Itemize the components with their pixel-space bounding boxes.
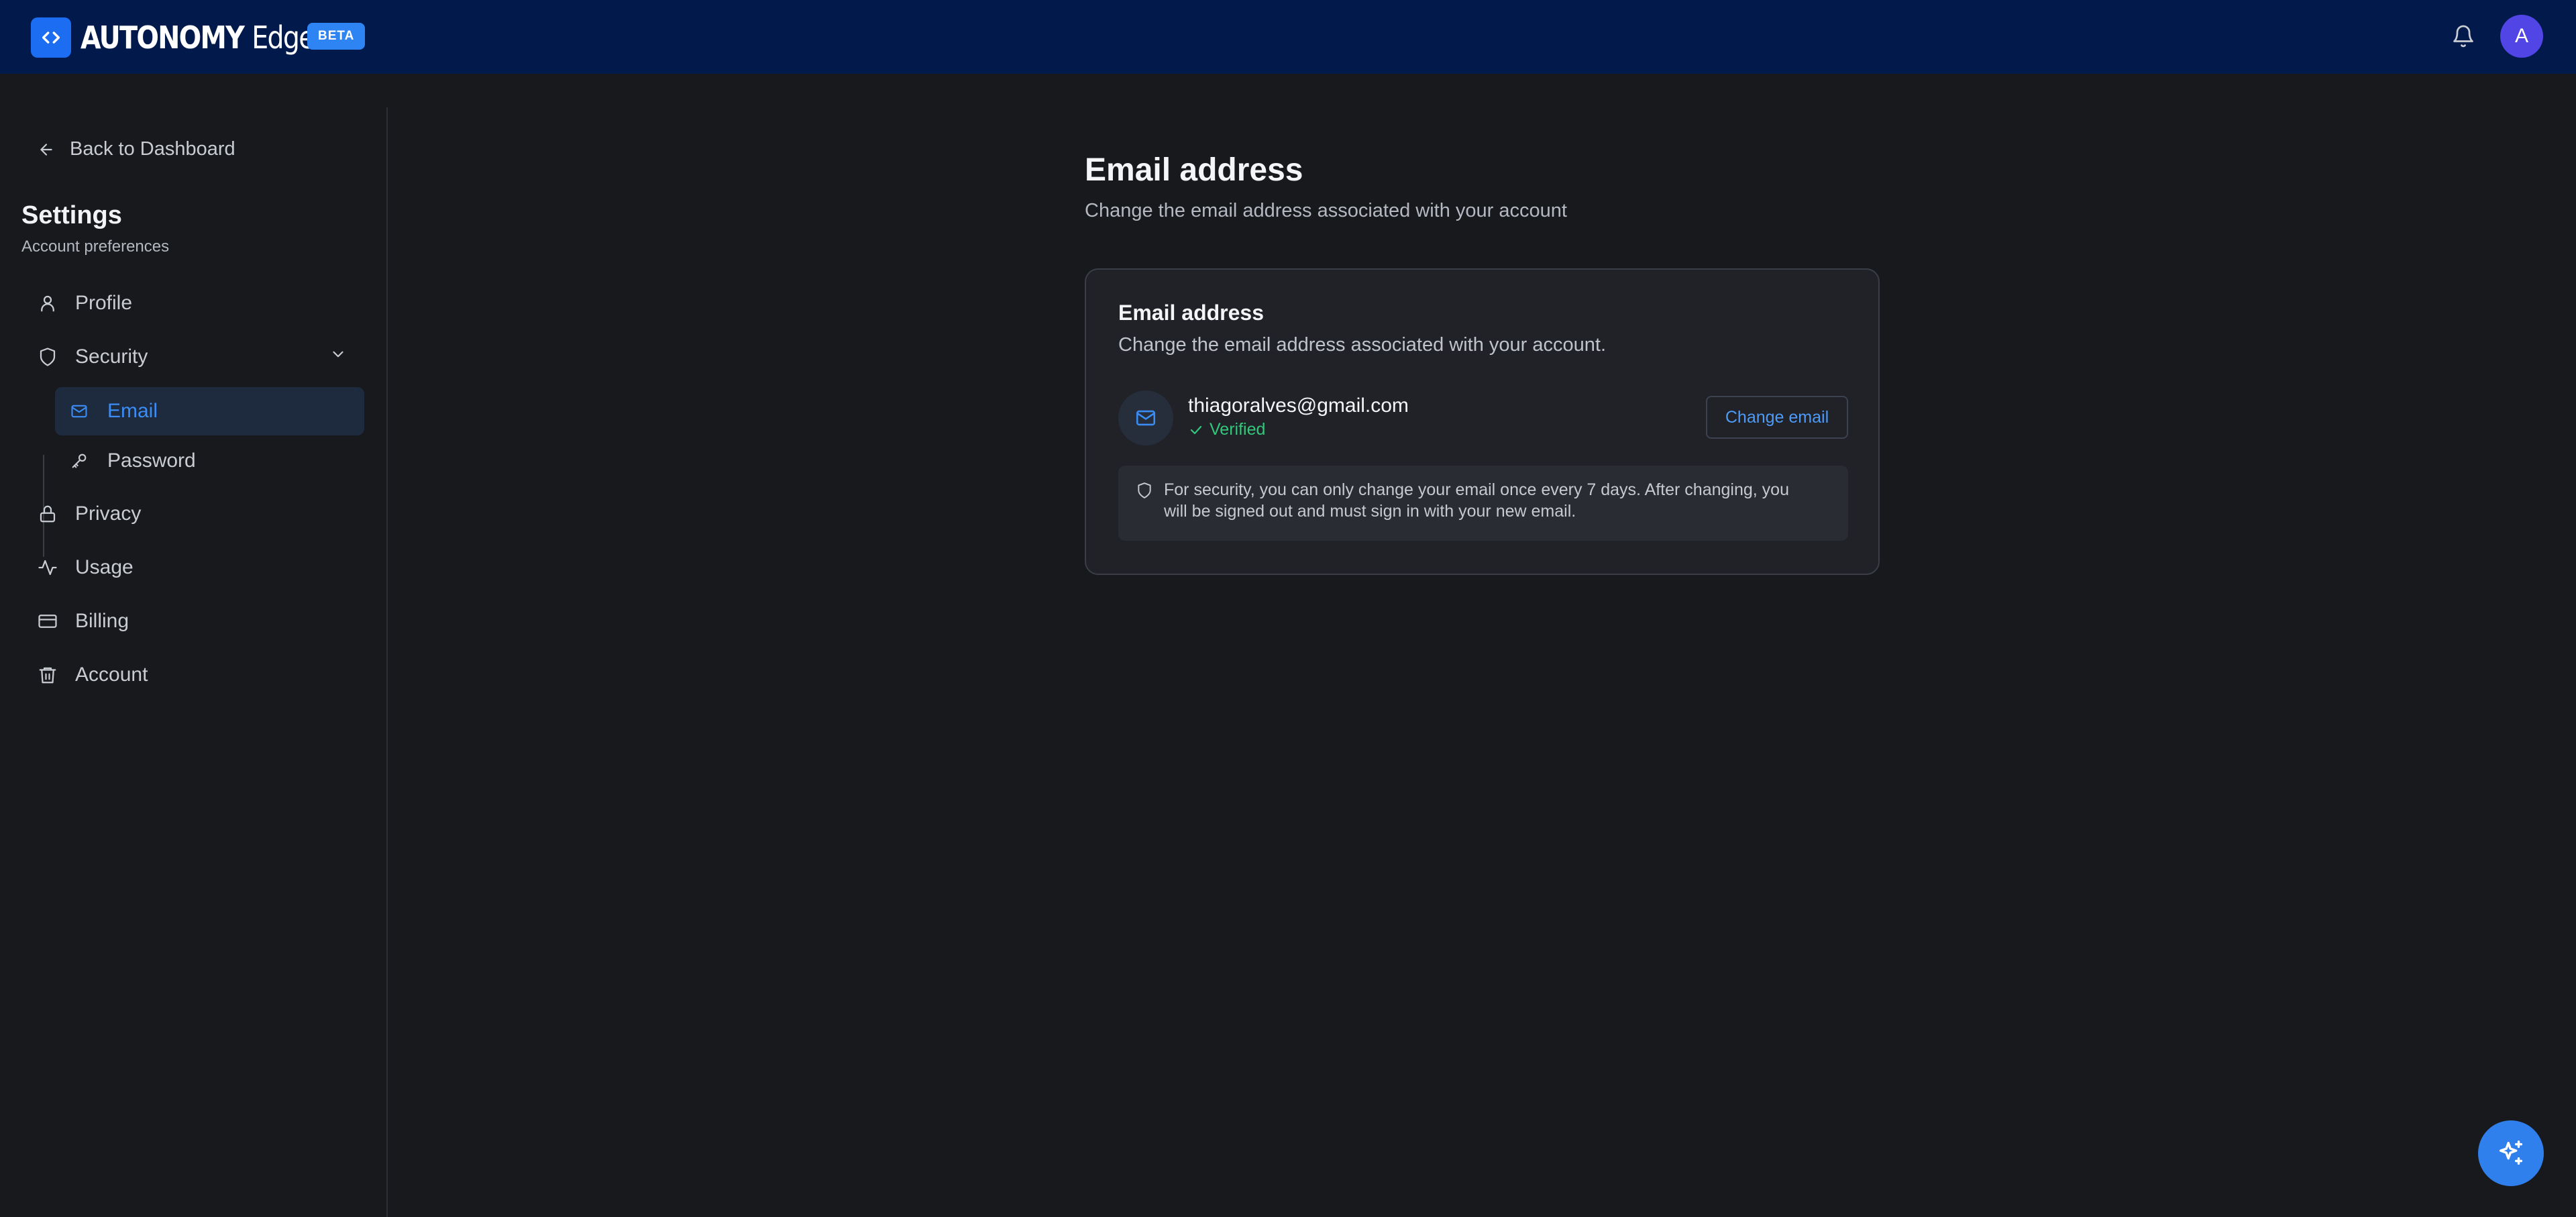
card-subtitle: Change the email address associated with… [1118,334,1607,356]
brand-main: AUTONOMY [80,19,245,56]
sidebar-item-label: Privacy [75,502,142,525]
avatar[interactable]: A [2500,15,2543,58]
notice-line-2: will be signed out and must sign in with… [1164,502,1576,521]
bell-icon[interactable] [2450,23,2477,50]
sidebar: Back to Dashboard Settings Account prefe… [0,74,386,1217]
sidebar-item-account[interactable]: Account [38,655,148,695]
sidebar-item-label: Security [75,346,148,368]
sidebar-subitem-email[interactable]: Email [55,387,364,435]
lock-icon [40,505,56,523]
security-notice: For security, you can only change your e… [1118,466,1848,541]
change-email-button[interactable]: Change email [1706,396,1848,439]
key-icon [72,454,87,468]
email-card: Email address Change the email address a… [1085,268,1880,575]
shield-icon [40,348,56,366]
credit-card-icon [38,615,57,628]
code-icon [31,17,71,58]
brand-name: AUTONOMY Edge [80,19,315,56]
verified-status: Verified [1188,420,1265,439]
brand[interactable]: AUTONOMY Edge [31,17,352,58]
settings-subtitle: Account preferences [21,237,170,256]
back-to-dashboard-link[interactable]: Back to Dashboard [38,138,235,160]
settings-title: Settings [21,201,122,229]
brand-secondary: Edge [252,19,315,56]
user-icon [41,295,54,312]
mail-icon [1118,390,1173,445]
sidebar-item-label: Account [75,664,148,686]
page-subtitle: Change the email address associated with… [1085,200,1567,221]
sidebar-item-label: Billing [75,610,129,632]
sidebar-divider [386,107,388,1217]
beta-badge: BETA [307,23,366,50]
sidebar-subitem-label: Password [107,449,196,472]
sidebar-subitem-password[interactable]: Password [55,437,364,485]
back-label: Back to Dashboard [70,138,235,160]
sidebar-item-label: Usage [75,556,133,578]
notice-text: For security, you can only change your e… [1164,479,1835,522]
verified-label: Verified [1210,420,1266,439]
sidebar-item-billing[interactable]: Billing [38,601,129,641]
top-bar: AUTONOMY Edge BETA A [0,0,2576,74]
sidebar-item-profile[interactable]: Profile [38,283,132,323]
card-title: Email address [1118,301,1264,325]
page-title: Email address [1085,152,1303,188]
activity-icon [38,560,57,576]
current-email: thiagoralves@gmail.com [1188,394,1409,417]
arrow-left-icon [40,143,52,156]
ai-assistant-button[interactable] [2478,1120,2544,1186]
chevron-down-icon[interactable] [327,343,349,365]
shield-icon [1138,482,1151,498]
mail-icon [71,405,87,418]
sparkles-icon [2499,1141,2523,1165]
check-icon [1190,425,1202,434]
sidebar-item-security[interactable]: Security [38,337,148,377]
sidebar-item-privacy[interactable]: Privacy [38,494,141,534]
trash-icon [39,667,56,684]
sidebar-item-label: Profile [75,292,133,314]
notice-line-1: For security, you can only change your e… [1164,480,1789,499]
sidebar-item-usage[interactable]: Usage [38,547,133,588]
sidebar-subitem-label: Email [107,400,158,422]
